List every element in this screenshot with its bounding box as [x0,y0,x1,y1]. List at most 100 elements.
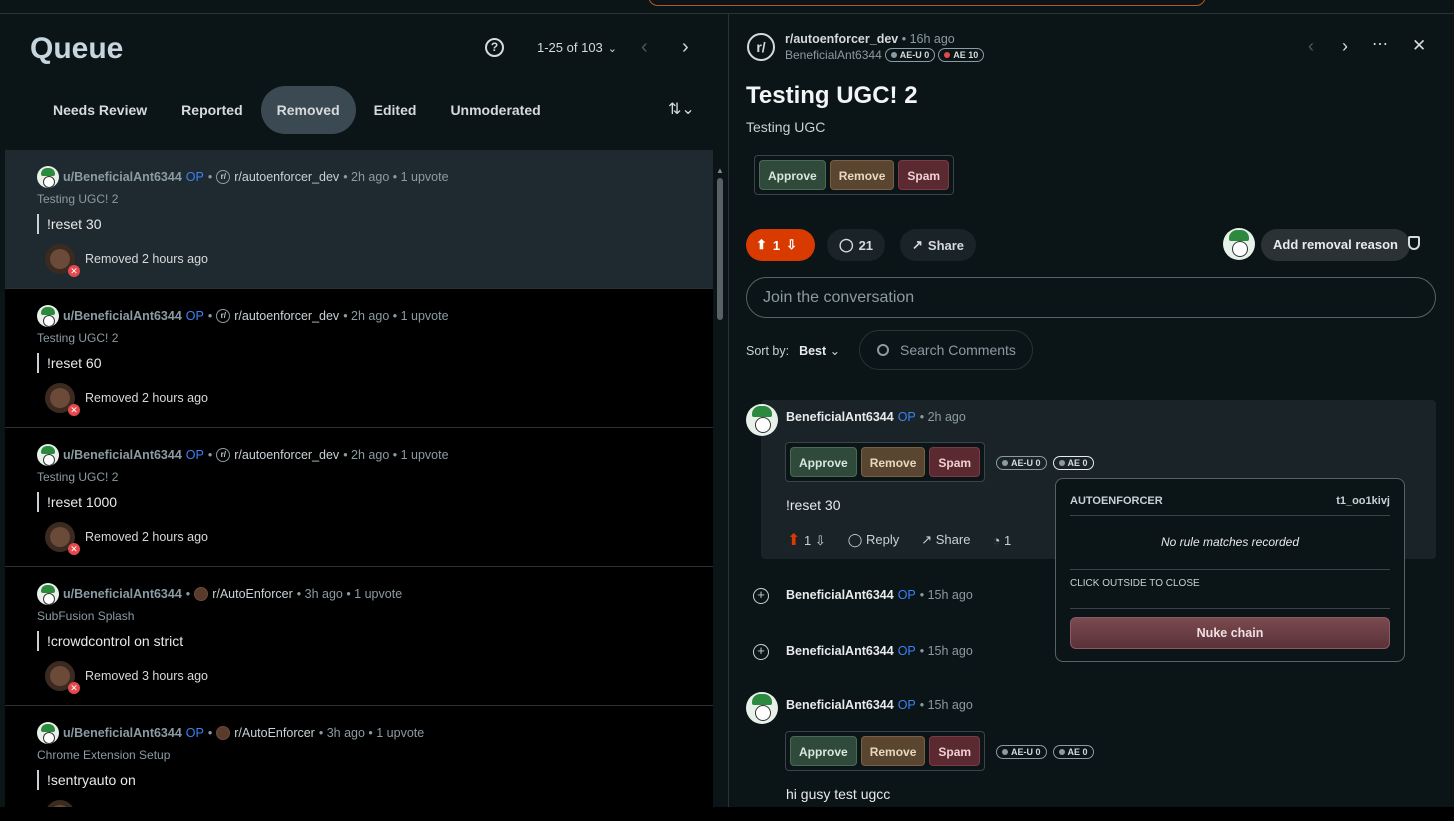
avatar [37,444,59,466]
reply-button[interactable]: ◯ Reply [848,532,899,548]
ae-u-badge[interactable]: AE-U 0 [996,456,1047,470]
downvote-icon[interactable]: ⇩ [786,237,797,253]
remove-button[interactable]: Remove [860,447,926,477]
comment-user[interactable]: BeneficialAnt6344 [786,410,894,424]
popup-hint: CLICK OUTSIDE TO CLOSE [1070,569,1390,609]
prev-page-icon[interactable]: ‹ [641,36,648,59]
remove-button[interactable]: Remove [829,160,895,190]
item-title[interactable]: Testing UGC! 2 [37,192,118,206]
item-body: !reset 60 [37,353,101,373]
pager-dropdown[interactable]: 1-25 of 103 ⌄ [537,40,617,55]
scroll-up-icon[interactable]: ▲ [716,166,724,175]
search-placeholder: Search Comments [900,342,1016,358]
next-page-icon[interactable]: › [682,36,689,59]
item-user[interactable]: u/BeneficialAnt6344 [63,448,182,462]
subreddit-icon: r/ [216,448,231,462]
prev-post-icon[interactable]: ‹ [1308,36,1314,57]
scroll-thumb[interactable] [717,178,723,320]
comment-input[interactable]: Join the conversation [746,277,1436,318]
tab-needs-review[interactable]: Needs Review [37,86,163,134]
tab-edited[interactable]: Edited [358,86,433,134]
item-subreddit[interactable]: r/AutoEnforcer [234,726,315,740]
search-comments-input[interactable]: Search Comments [859,330,1033,370]
reply-label: Reply [865,532,900,547]
tab-removed[interactable]: Removed [260,86,356,134]
op-badge: OP [897,644,916,658]
list-item[interactable]: u/BeneficialAnt6344 OP • r/r/autoenforcer… [5,428,713,567]
item-user[interactable]: u/BeneficialAnt6344 [63,726,182,740]
spam-button[interactable]: Spam [898,160,950,190]
comment-vote: ⬆ 1 ⇩ [787,530,826,550]
comment-mod-actions: Approve Remove Spam [785,442,986,482]
comment-user[interactable]: BeneficialAnt6344 [786,644,894,658]
downvote-icon[interactable]: ⇩ [815,533,826,548]
spam-button[interactable]: Spam [929,736,981,766]
list-item[interactable]: u/BeneficialAnt6344 OP • r/AutoEnforcer • … [5,706,713,807]
item-title[interactable]: SubFusion Splash [37,609,134,623]
item-user[interactable]: u/BeneficialAnt6344 [63,587,182,601]
list-item[interactable]: u/BeneficialAnt6344 • r/AutoEnforcer • 3h… [5,567,713,706]
ae-badge[interactable]: AE 10 [938,48,985,62]
item-title[interactable]: Testing UGC! 2 [37,470,118,484]
approve-button[interactable]: Approve [790,447,857,477]
item-user[interactable]: u/BeneficialAnt6344 [63,309,182,323]
more-options-icon[interactable]: ⋯ [1372,34,1388,54]
spam-button[interactable]: Spam [929,447,981,477]
ae-u-badge[interactable]: AE-U 0 [884,48,936,62]
item-title[interactable]: Testing UGC! 2 [37,331,118,345]
approve-button[interactable]: Approve [790,736,857,766]
item-subreddit[interactable]: r/AutoEnforcer [212,587,293,601]
share-button[interactable]: ↗ Share [921,532,970,548]
item-subreddit[interactable]: r/autoenforcer_dev [234,170,339,184]
op-badge: OP [185,170,204,184]
avatar [746,404,778,436]
shield-icon[interactable] [1408,236,1420,250]
comment-body: !reset 30 [786,497,841,513]
upvote-icon[interactable]: ⬆ [787,532,800,549]
help-icon[interactable]: ? [485,38,504,57]
approve-button[interactable]: Approve [759,160,826,190]
item-title[interactable]: Chrome Extension Setup [37,748,170,762]
tab-reported[interactable]: Reported [165,86,258,134]
remove-button[interactable]: Remove [860,736,926,766]
list-item[interactable]: u/BeneficialAnt6344 OP • r/r/autoenforcer… [5,289,713,428]
ae-u-badge[interactable]: AE-U 0 [996,745,1047,759]
list-item[interactable]: u/BeneficialAnt6344 OP • r/r/autoenforcer… [5,150,713,289]
next-post-icon[interactable]: › [1342,36,1348,57]
history-button[interactable]: ◔ 1 [992,533,1011,548]
tab-unmoderated[interactable]: Unmoderated [434,86,556,134]
share-label: Share [927,237,965,253]
comment-body: hi gusy test ugcc [786,786,891,802]
mod-avatar: ✕ [45,661,80,694]
badge-dot-icon [1058,749,1065,755]
ae-badge[interactable]: AE 0 [1052,456,1094,470]
nuke-chain-button[interactable]: Nuke chain [1070,617,1390,649]
comment-user[interactable]: BeneficialAnt6344 [786,588,894,602]
ae-badge[interactable]: AE 0 [1052,745,1094,759]
comments-button[interactable]: ◯ 21 [827,229,886,261]
autoenforcer-popup: AUTOENFORCER t1_oo1kivj No rule matches r… [1055,478,1405,662]
subreddit-icon[interactable]: r/ [747,33,775,61]
post-author[interactable]: BeneficialAnt6344 [785,48,882,62]
queue-tabs: Needs Review Reported Removed Edited Unm… [37,86,559,134]
chevron-down-icon: ⌄ [829,344,841,358]
add-removal-reason-button[interactable]: Add removal reason [1261,229,1410,261]
item-meta: u/BeneficialAnt6344 OP • r/r/autoenforcer… [37,166,449,188]
item-subreddit[interactable]: r/autoenforcer_dev [234,448,339,462]
queue-scrollbar[interactable]: ▲ [716,166,724,821]
expand-icon[interactable]: + [753,588,769,604]
close-icon[interactable]: ✕ [1412,36,1426,56]
item-user[interactable]: u/BeneficialAnt6344 [63,170,182,184]
subreddit-name[interactable]: r/autoenforcer_dev [785,32,898,46]
share-button[interactable]: ↗ Share [900,229,977,261]
comment-user[interactable]: BeneficialAnt6344 [786,698,894,712]
sort-by[interactable]: Sort by: Best ⌄ [746,343,840,358]
item-subreddit[interactable]: r/autoenforcer_dev [234,309,339,323]
expand-icon[interactable]: + [753,644,769,660]
badge-dot-icon [890,52,897,58]
sort-icon[interactable]: ⇅⌄ [668,99,695,119]
upvote-icon[interactable]: ⬆ [756,237,767,253]
search-icon [877,344,889,356]
comment-meta: BeneficialAnt6344 OP • 15h ago [786,698,973,712]
item-body: !crowdcontrol on strict [37,631,183,651]
